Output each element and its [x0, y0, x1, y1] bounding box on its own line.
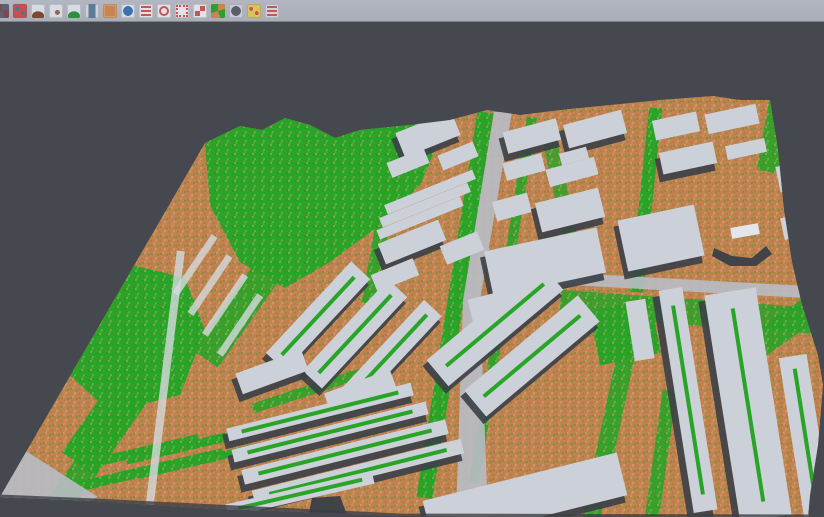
import-points-icon[interactable]: [13, 4, 27, 18]
layers-icon[interactable]: [265, 4, 279, 18]
grid-icon[interactable]: [193, 4, 207, 18]
sphere-icon[interactable]: [229, 4, 243, 18]
classification-table-icon: [141, 6, 151, 16]
grid-icon: [195, 6, 205, 16]
orthophoto-icon[interactable]: [103, 4, 117, 18]
viewport-3d[interactable]: [0, 0, 824, 517]
sphere-icon: [229, 4, 243, 18]
globe-icon: [121, 4, 135, 18]
building-icon[interactable]: [85, 4, 99, 18]
dem-icon: [49, 4, 63, 18]
vegetation-icon[interactable]: [67, 4, 81, 18]
terrain-icon: [31, 4, 45, 18]
terrain-icon[interactable]: [31, 4, 45, 18]
open-project-icon: [0, 4, 9, 18]
target-icon: [159, 6, 169, 16]
globe-icon[interactable]: [121, 4, 135, 18]
dem-icon[interactable]: [49, 4, 63, 18]
texture-icon: [247, 4, 261, 18]
vegetation-icon: [67, 4, 81, 18]
target-icon[interactable]: [157, 4, 171, 18]
toolbar: [0, 0, 824, 22]
classified-map-icon[interactable]: [211, 4, 225, 18]
classification-table-icon[interactable]: [139, 4, 153, 18]
open-project-icon[interactable]: [0, 4, 9, 18]
selection-icon[interactable]: [175, 4, 189, 18]
import-points-icon: [13, 4, 27, 18]
classified-map-icon: [211, 4, 225, 18]
building-icon: [85, 4, 99, 18]
layers-icon: [267, 6, 277, 16]
selection-icon: [176, 5, 188, 17]
orthophoto-icon: [105, 6, 115, 16]
texture-icon[interactable]: [247, 4, 261, 18]
application-window: [0, 0, 824, 517]
